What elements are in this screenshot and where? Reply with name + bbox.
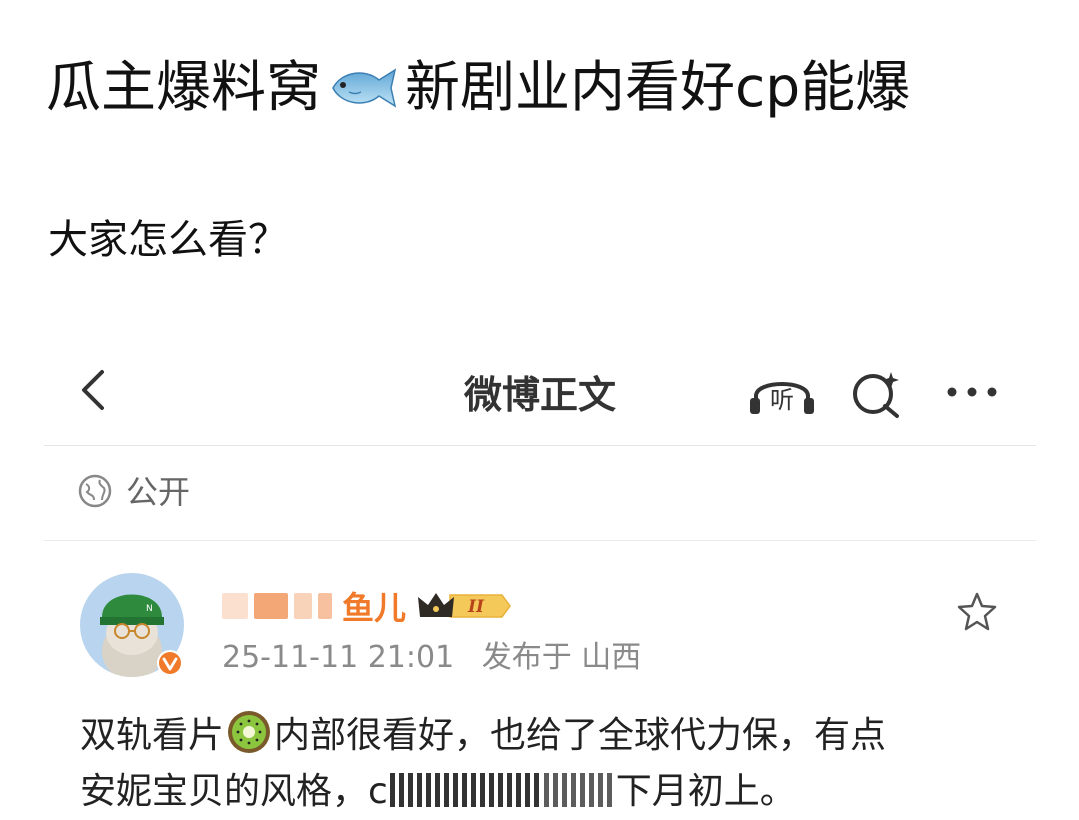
globe-icon xyxy=(78,474,112,508)
content-line2-b: 下月初上。 xyxy=(615,771,796,812)
content-line1-a: 双轨看片 xyxy=(80,715,225,756)
vip-level: II xyxy=(467,597,485,617)
fish-emoji-icon xyxy=(332,68,397,108)
visibility-row: 公开 xyxy=(44,446,1036,541)
post-timestamp: 25-11-11 21:01 xyxy=(222,640,455,675)
listen-label: 听 xyxy=(770,386,794,414)
redacted-text xyxy=(389,773,540,807)
redacted-text xyxy=(543,773,614,807)
content-line1-b: 内部很看好，也给了全球代力保，有点 xyxy=(274,715,887,756)
post-title: 瓜主爆料窝 新剧业内看好cp能爆 xyxy=(46,52,910,122)
vip-badge: II xyxy=(416,589,512,623)
svg-text:N: N xyxy=(146,604,153,614)
kiwi-emoji-icon xyxy=(228,711,271,753)
listen-icon[interactable]: 听 xyxy=(746,368,818,418)
redacted-block xyxy=(254,593,288,619)
redacted-block xyxy=(318,593,332,619)
username-row[interactable]: 鱼儿 II xyxy=(222,582,512,630)
post-location: 发布于 山西 xyxy=(481,640,642,675)
username: 鱼儿 xyxy=(342,589,407,627)
post-content: 双轨看片 内部很看好，也给了全球代力保，有点 安妮宝贝的风格，c 下月初上。 xyxy=(80,708,1040,820)
redacted-block xyxy=(294,593,312,619)
post-title-part1: 瓜主爆料窝 xyxy=(46,55,322,119)
search-sparkle-icon[interactable] xyxy=(847,368,907,418)
post-subtitle: 大家怎么看？ xyxy=(48,217,288,263)
crown-icon: II xyxy=(418,593,511,618)
verified-badge-icon xyxy=(159,652,181,674)
avatar[interactable]: N xyxy=(80,573,184,677)
content-line2-a: 安妮宝贝的风格，c xyxy=(80,771,388,812)
more-icon[interactable] xyxy=(942,372,1002,412)
redacted-block xyxy=(222,593,248,619)
weibo-nav-bar: 微博正文 听 xyxy=(44,350,1036,446)
post-title-part2: 新剧业内看好cp能爆 xyxy=(405,55,911,119)
visibility-label: 公开 xyxy=(126,473,191,511)
star-icon[interactable] xyxy=(955,590,999,632)
post-meta: 25-11-11 21:01 发布于 山西 xyxy=(222,638,641,678)
